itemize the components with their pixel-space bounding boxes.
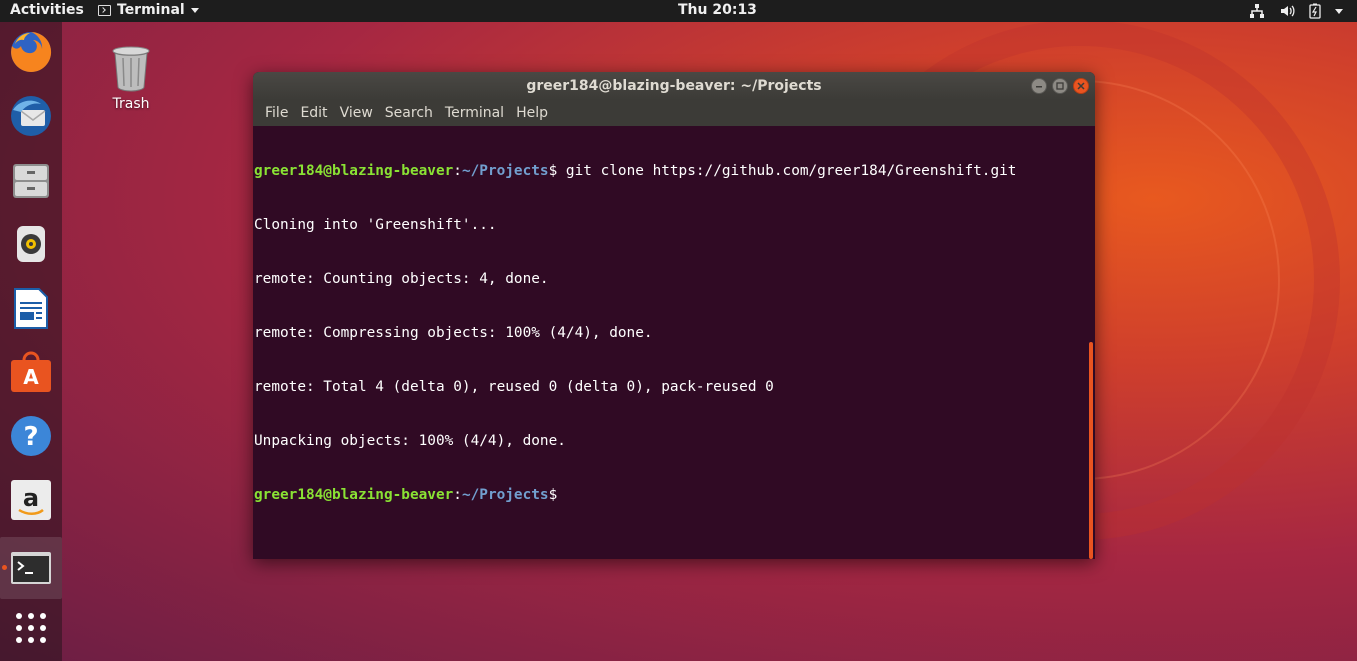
app-menu[interactable]: Terminal xyxy=(98,2,199,18)
svg-text:?: ? xyxy=(23,422,38,452)
terminal-window: greer184@blazing-beaver: ~/Projects File… xyxy=(253,72,1095,559)
activities-button[interactable]: Activities xyxy=(10,2,84,18)
terminal-output[interactable]: greer184@blazing-beaver:~/Projects$ git … xyxy=(254,126,1086,559)
close-button[interactable] xyxy=(1073,78,1089,94)
app-menu-label: Terminal xyxy=(117,2,185,18)
trash-label: Trash xyxy=(112,96,150,112)
window-titlebar[interactable]: greer184@blazing-beaver: ~/Projects xyxy=(253,72,1095,100)
maximize-icon xyxy=(1056,82,1064,90)
top-bar: Activities Terminal Thu 20:13 xyxy=(0,0,1357,22)
firefox-icon[interactable] xyxy=(9,30,53,74)
menu-file[interactable]: File xyxy=(259,105,294,121)
libreoffice-writer-icon[interactable] xyxy=(9,286,53,330)
terminal-mini-icon xyxy=(98,4,111,16)
files-icon[interactable] xyxy=(9,158,53,202)
rhythmbox-icon[interactable] xyxy=(9,222,53,266)
output-line: remote: Total 4 (delta 0), reused 0 (del… xyxy=(254,379,774,395)
chevron-down-icon xyxy=(190,7,199,13)
prompt-user: greer184@blazing-beaver xyxy=(254,487,454,503)
minimize-icon xyxy=(1036,86,1042,88)
amazon-icon[interactable]: a xyxy=(9,478,53,522)
thunderbird-icon[interactable] xyxy=(9,94,53,138)
scrollbar-thumb[interactable] xyxy=(1089,342,1093,559)
terminal-icon xyxy=(11,552,51,584)
prompt-dollar: $ xyxy=(548,487,558,503)
prompt-separator: : xyxy=(453,163,462,179)
output-line: Unpacking objects: 100% (4/4), done. xyxy=(254,433,566,449)
clock[interactable]: Thu 20:13 xyxy=(678,2,757,18)
ubuntu-software-icon[interactable]: A xyxy=(9,350,53,394)
output-line: remote: Counting objects: 4, done. xyxy=(254,271,549,287)
terminal-scrollbar[interactable] xyxy=(1087,126,1095,559)
menu-terminal[interactable]: Terminal xyxy=(439,105,510,121)
system-tray[interactable] xyxy=(1249,3,1343,19)
prompt-user: greer184@blazing-beaver xyxy=(254,163,454,179)
network-icon xyxy=(1250,4,1264,18)
menu-search[interactable]: Search xyxy=(379,105,439,121)
dock: A ? a xyxy=(0,22,62,661)
prompt-separator: : xyxy=(453,487,462,503)
running-indicator xyxy=(2,565,7,570)
svg-text:A: A xyxy=(23,365,39,389)
window-title: greer184@blazing-beaver: ~/Projects xyxy=(526,78,822,94)
command-text: git clone https://github.com/greer184/Gr… xyxy=(557,163,1017,179)
current-prompt-line: greer184@blazing-beaver:~/Projects$ xyxy=(254,486,1086,504)
prompt-path: ~/Projects xyxy=(461,487,549,503)
desktop-trash[interactable]: Trash xyxy=(106,44,156,112)
output-line: Cloning into 'Greenshift'... xyxy=(254,217,497,233)
battery-icon xyxy=(1309,3,1321,19)
svg-text:a: a xyxy=(23,484,39,512)
close-icon xyxy=(1077,82,1085,90)
menu-bar: File Edit View Search Terminal Help xyxy=(253,100,1095,126)
maximize-button[interactable] xyxy=(1052,78,1068,94)
menu-view[interactable]: View xyxy=(334,105,379,121)
command-line: greer184@blazing-beaver:~/Projects$ git … xyxy=(254,162,1086,180)
output-line: remote: Compressing objects: 100% (4/4),… xyxy=(254,325,653,341)
show-applications-icon[interactable] xyxy=(9,606,53,650)
terminal-dock-item[interactable] xyxy=(0,537,62,599)
prompt-path: ~/Projects xyxy=(461,163,549,179)
minimize-button[interactable] xyxy=(1031,78,1047,94)
menu-edit[interactable]: Edit xyxy=(294,105,333,121)
system-menu-chevron-icon xyxy=(1335,8,1343,14)
help-icon[interactable]: ? xyxy=(9,414,53,458)
trash-icon xyxy=(112,46,150,92)
volume-icon xyxy=(1281,5,1295,17)
prompt-dollar: $ xyxy=(548,163,558,179)
menu-help[interactable]: Help xyxy=(510,105,554,121)
